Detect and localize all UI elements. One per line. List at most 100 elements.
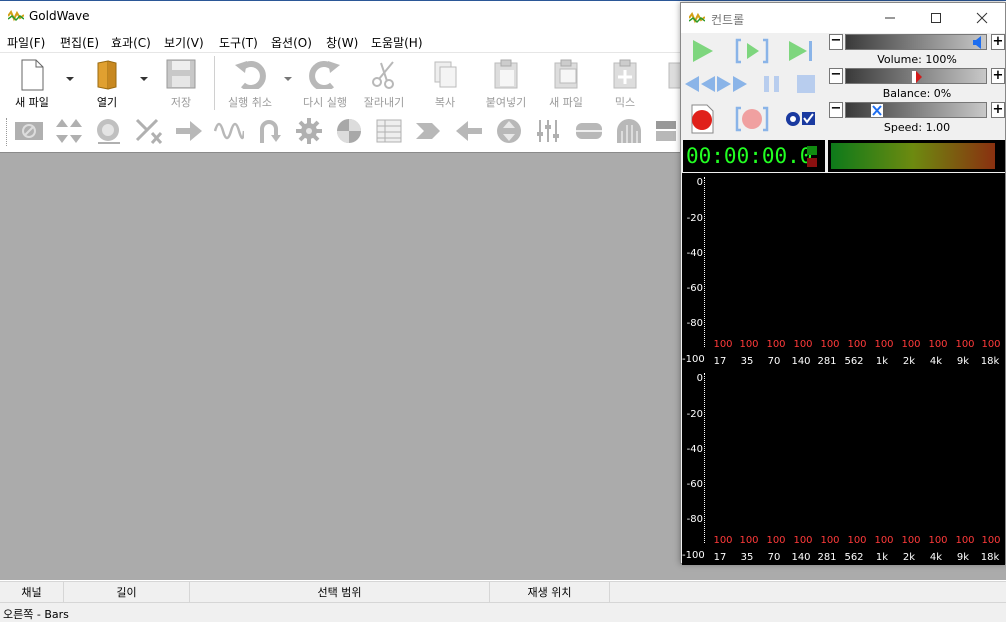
menu-effects[interactable]: 효과(C) (111, 34, 151, 51)
copy-button[interactable]: 복사 (420, 57, 470, 109)
goldwave-logo-icon (8, 10, 24, 22)
level-meter (828, 140, 1005, 172)
toolbar-grip[interactable] (6, 118, 10, 146)
open-button[interactable]: 열기 (84, 57, 130, 109)
rewind-icon[interactable] (683, 70, 717, 98)
maximize-button[interactable] (913, 3, 959, 33)
spectrum-left-value: 100 (820, 339, 840, 350)
save-button[interactable]: 저장 (158, 57, 204, 109)
open-folder-icon (97, 60, 117, 90)
balance-slider[interactable]: − + (829, 68, 1005, 84)
volume-slider[interactable]: − + (829, 34, 1005, 50)
new-file-button[interactable]: 새 파일 (6, 57, 58, 109)
more-effects-icon[interactable] (654, 117, 676, 145)
spectrum-right-x-label: 4k (929, 552, 943, 563)
copy-label: 복사 (434, 96, 456, 109)
pause-icon[interactable] (755, 70, 789, 98)
balance-marker-icon[interactable] (912, 71, 922, 83)
compressor-effect-icon[interactable] (574, 117, 604, 145)
spectrum-left-value: 100 (928, 339, 948, 350)
paste-new-icon (554, 59, 578, 89)
reverb-effect-icon[interactable] (614, 117, 644, 145)
volume-track[interactable] (845, 34, 987, 50)
mixer-sliders-icon[interactable] (534, 117, 564, 145)
spectrum-right-x-label: 1k (875, 552, 889, 563)
volume-increase-button[interactable]: + (991, 34, 1005, 50)
menu-view[interactable]: 보기(V) (164, 34, 204, 51)
speed-track[interactable] (845, 102, 987, 118)
spectrum-right-x-label: 17 (713, 552, 727, 563)
speed-increase-button[interactable]: + (991, 102, 1005, 118)
record-new-icon[interactable] (685, 103, 719, 135)
balance-decrease-button[interactable]: − (829, 68, 843, 84)
volume-speaker-icon[interactable] (972, 36, 984, 49)
loop-effect-icon[interactable] (254, 117, 284, 145)
menu-file[interactable]: 파일(F) (7, 34, 45, 51)
close-button[interactable] (959, 3, 1005, 33)
menu-options[interactable]: 옵션(O) (271, 34, 312, 51)
paste-new-button[interactable]: 새 파일 (540, 57, 592, 109)
speed-decrease-button[interactable]: − (829, 102, 843, 118)
open-dropdown-icon[interactable] (140, 77, 148, 81)
balance-track[interactable] (845, 68, 987, 84)
redo-button[interactable]: 다시 실행 (298, 57, 352, 109)
spectrum-right-grid (704, 373, 1003, 543)
cut-label: 잘라내기 (363, 96, 405, 109)
record-settings-icon[interactable] (783, 103, 817, 135)
gear-effect-icon[interactable] (294, 117, 324, 145)
spectrum-right-y-20: -20 (686, 409, 703, 420)
menu-tools[interactable]: 도구(T) (219, 34, 258, 51)
scissors-icon (372, 61, 394, 89)
spectrum-right-x-label: 70 (767, 552, 781, 563)
pitch-effect-icon[interactable] (494, 117, 524, 145)
reverse-effect-icon[interactable] (454, 117, 484, 145)
undo-dropdown-icon[interactable] (284, 77, 292, 81)
goldwave-app: GoldWave 파일(F) 편집(E) 효과(C) 보기(V) 도구(T) 옵… (0, 0, 1006, 622)
speed-slider[interactable]: − + (829, 102, 1005, 118)
menu-edit[interactable]: 편집(E) (60, 34, 99, 51)
control-titlebar[interactable]: 컨트롤 (681, 3, 1005, 33)
level-meter-gradient (831, 143, 995, 169)
forward-effect-icon[interactable] (174, 117, 204, 145)
paste-clipboard-icon (494, 59, 518, 89)
cut-button[interactable]: 잘라내기 (358, 57, 410, 109)
minimize-button[interactable] (867, 3, 913, 33)
spectrum-right-y-60: -60 (686, 479, 703, 490)
volume-label: Volume: 100% (877, 53, 957, 66)
balance-increase-button[interactable]: + (991, 68, 1005, 84)
spectrum-left: 0 -20 -40 -60 -80 -100 100 100 100 100 1… (682, 173, 1005, 369)
mix-button[interactable]: 믹스 (602, 57, 648, 109)
maximize-icon (931, 13, 941, 23)
stop-icon[interactable] (789, 70, 823, 98)
paste-button[interactable]: 붙여넣기 (478, 57, 534, 109)
wave-effect-icon[interactable] (214, 117, 244, 145)
channel-split-effect-icon[interactable] (134, 117, 164, 145)
echo-effect-icon[interactable] (94, 117, 124, 145)
spectrum-left-x-label: 35 (740, 356, 754, 367)
spectrum-left-y-80: -80 (686, 318, 703, 329)
new-file-dropdown-icon[interactable] (66, 77, 74, 81)
equalizer-effect-icon[interactable] (374, 117, 404, 145)
speed-marker-icon[interactable] (871, 104, 883, 117)
play-to-end-icon[interactable] (783, 37, 817, 65)
spectrum-right-value: 100 (847, 535, 867, 546)
flanger-effect-icon[interactable] (334, 117, 364, 145)
play-selection-icon[interactable] (735, 37, 769, 65)
spectrum-right-value: 100 (874, 535, 894, 546)
silence-effect-icon[interactable] (14, 117, 44, 145)
mechanize-effect-icon[interactable] (414, 117, 444, 145)
spectrum-right-y-40: -40 (686, 444, 703, 455)
fast-forward-icon[interactable] (715, 70, 749, 98)
play-icon[interactable] (685, 37, 719, 65)
resize-vertical-effect-icon[interactable] (54, 117, 84, 145)
menu-help[interactable]: 도움말(H) (371, 34, 423, 51)
undo-icon (235, 61, 266, 89)
record-selection-icon[interactable] (735, 103, 769, 135)
spectrum-left-x-label: 562 (844, 356, 864, 367)
spectrum-right-x-label: 2k (902, 552, 916, 563)
spectrum-left-value: 100 (847, 339, 867, 350)
volume-decrease-button[interactable]: − (829, 34, 843, 50)
undo-button[interactable]: 실행 취소 (222, 57, 278, 109)
spectrum-left-value: 100 (981, 339, 1001, 350)
menu-window[interactable]: 창(W) (326, 34, 358, 51)
